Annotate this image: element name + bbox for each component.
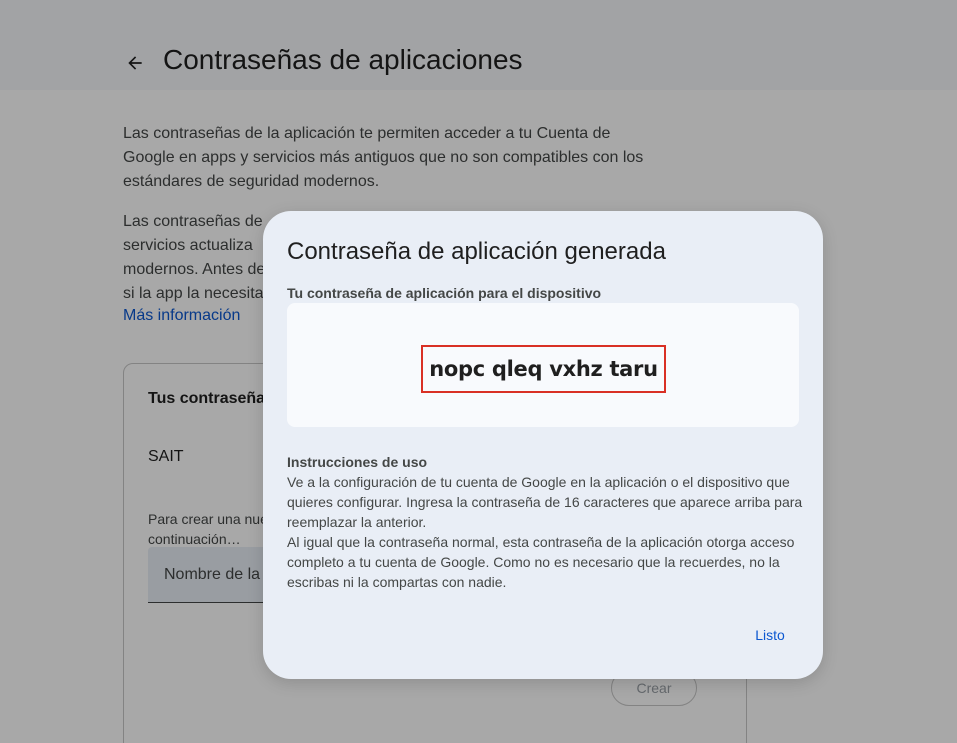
dialog-subtitle: Tu contraseña de aplicación para el disp… <box>287 285 602 301</box>
usage-instructions: Instrucciones de uso Ve a la configuraci… <box>287 452 805 592</box>
instructions-text-2: Al igual que la contraseña normal, esta … <box>287 534 795 590</box>
generated-password[interactable]: nopc qleq vxhz taru <box>421 345 666 393</box>
done-button[interactable]: Listo <box>740 623 800 647</box>
password-box: nopc qleq vxhz taru <box>287 303 799 427</box>
dialog-title: Contraseña de aplicación generada <box>287 238 666 265</box>
instructions-text-1: Ve a la configuración de tu cuenta de Go… <box>287 474 803 530</box>
app-passwords-page: Contraseñas de aplicaciones Las contrase… <box>0 0 957 743</box>
instructions-title: Instrucciones de uso <box>287 454 428 470</box>
generated-password-dialog: Contraseña de aplicación generada Tu con… <box>263 211 823 679</box>
